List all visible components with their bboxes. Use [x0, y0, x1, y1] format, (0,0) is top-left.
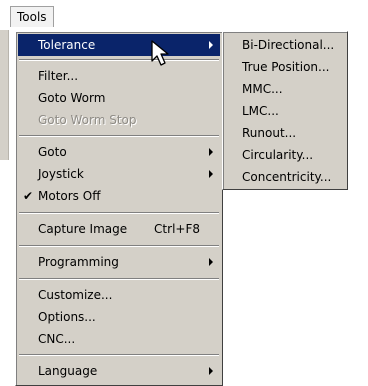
- submenu-item-concentricity[interactable]: Concentricity...: [225, 166, 345, 188]
- programming-label: Programming: [38, 255, 119, 269]
- submenu-item-bi-directional[interactable]: Bi-Directional...: [225, 34, 345, 56]
- submenu-item-true-position[interactable]: True Position...: [225, 56, 345, 78]
- menu-item-cnc[interactable]: CNC...: [18, 328, 220, 350]
- menu-item-language[interactable]: Language: [18, 360, 220, 382]
- menu-item-customize[interactable]: Customize...: [18, 284, 220, 306]
- submenu-arrow-icon: [209, 170, 213, 178]
- language-label: Language: [38, 364, 98, 378]
- tools-menu[interactable]: Tools: [10, 6, 54, 27]
- menu-item-goto-worm[interactable]: Goto Worm: [18, 87, 220, 109]
- tolerance-submenu: Bi-Directional... True Position... MMC..…: [222, 31, 348, 190]
- tools-dropdown-menu: Tolerance Filter... Goto Worm Goto Worm …: [15, 31, 223, 386]
- menu-item-tolerance[interactable]: Tolerance: [18, 34, 220, 56]
- menu-item-motors-off[interactable]: ✔ Motors Off: [18, 185, 220, 207]
- mouse-pointer-icon: [151, 40, 169, 66]
- menu-item-goto[interactable]: Goto: [18, 141, 220, 163]
- submenu-arrow-icon: [209, 41, 213, 49]
- goto-worm-stop-label: Goto Worm Stop: [38, 113, 137, 127]
- customize-label: Customize...: [38, 288, 113, 302]
- menu-item-filter[interactable]: Filter...: [18, 65, 220, 87]
- submenu-arrow-icon: [209, 367, 213, 375]
- submenu-arrow-icon: [209, 148, 213, 156]
- background-window-edge: [0, 30, 9, 160]
- menu-item-goto-worm-stop: Goto Worm Stop: [18, 109, 220, 131]
- menu-separator: [19, 278, 219, 280]
- submenu-item-runout[interactable]: Runout...: [225, 122, 345, 144]
- joystick-label: Joystick: [38, 167, 84, 181]
- capture-image-shortcut: Ctrl+F8: [154, 222, 200, 236]
- submenu-arrow-icon: [209, 258, 213, 266]
- goto-label: Goto: [38, 145, 67, 159]
- capture-image-label: Capture Image: [38, 222, 128, 236]
- options-label: Options...: [38, 310, 96, 324]
- tolerance-label: Tolerance: [38, 38, 96, 52]
- filter-label: Filter...: [38, 69, 79, 83]
- menu-item-programming[interactable]: Programming: [18, 251, 220, 273]
- motors-off-label: Motors Off: [38, 189, 101, 203]
- menu-bar: Tools: [0, 0, 368, 30]
- submenu-item-lmc[interactable]: LMC...: [225, 100, 345, 122]
- menu-separator: [19, 59, 219, 61]
- submenu-item-mmc[interactable]: MMC...: [225, 78, 345, 100]
- menu-item-options[interactable]: Options...: [18, 306, 220, 328]
- menu-separator: [19, 135, 219, 137]
- menu-separator: [19, 354, 219, 356]
- goto-worm-label: Goto Worm: [38, 91, 106, 105]
- cnc-label: CNC...: [38, 332, 76, 346]
- check-icon: ✔: [23, 189, 34, 203]
- menu-item-capture-image[interactable]: Capture Image Ctrl+F8: [18, 218, 220, 240]
- menu-separator: [19, 245, 219, 247]
- menu-separator: [19, 212, 219, 214]
- menu-item-joystick[interactable]: Joystick: [18, 163, 220, 185]
- submenu-item-circularity[interactable]: Circularity...: [225, 144, 345, 166]
